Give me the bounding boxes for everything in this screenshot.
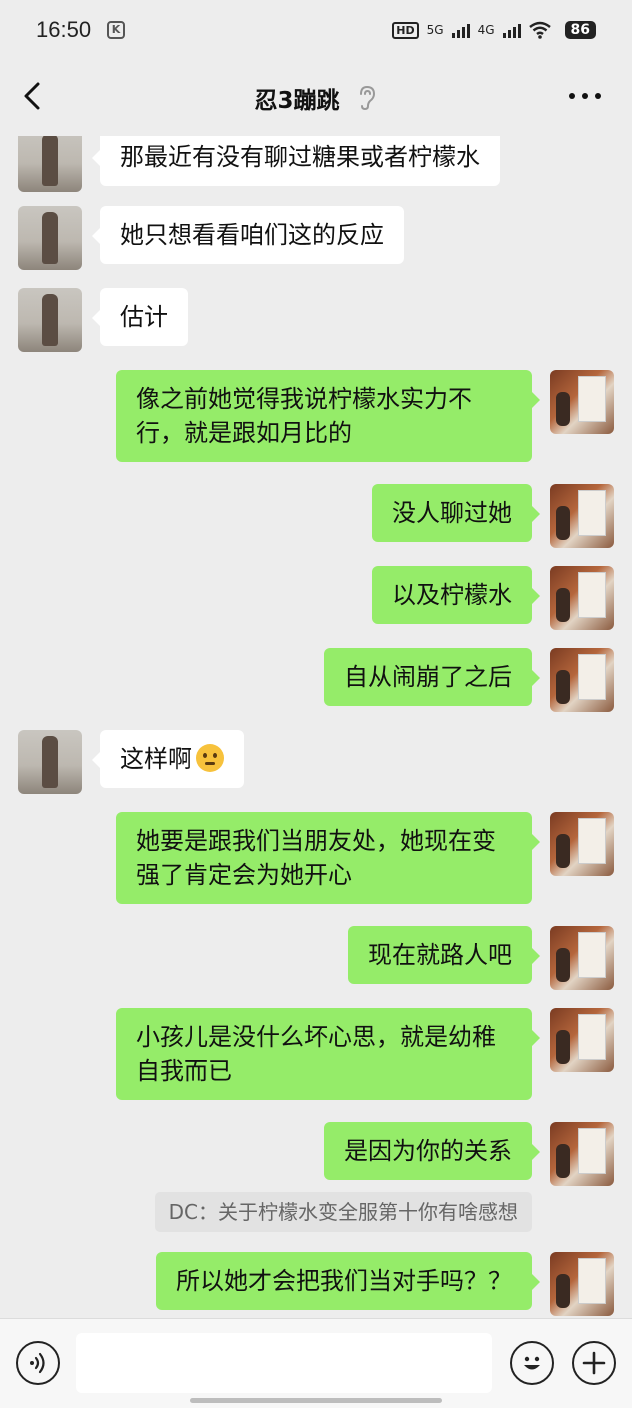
more-actions-button[interactable] — [572, 1341, 616, 1385]
message-text: 这样啊 — [120, 745, 192, 773]
message-row: 自从闹崩了之后 — [324, 648, 614, 712]
message-row: 是因为你的关系 — [324, 1122, 614, 1186]
message-bubble[interactable]: 小孩儿是没什么坏心思，就是幼稚自我而已 — [116, 1008, 540, 1100]
quoted-message[interactable]: DC：关于柠檬水变全服第十你有啥感想 — [154, 1192, 532, 1232]
message-bubble[interactable]: 这样啊 — [92, 730, 244, 788]
chat-header: 忍3蹦跳 — [0, 60, 632, 136]
my-avatar[interactable] — [550, 648, 614, 712]
title-group: 忍3蹦跳 — [254, 81, 377, 115]
smiley-icon — [524, 1356, 540, 1370]
wifi-icon — [528, 21, 551, 39]
message-bubble[interactable]: 没人聊过她 — [372, 484, 540, 542]
contact-avatar[interactable] — [18, 730, 82, 794]
message-row: 那最近有没有聊过糖果或者柠檬水 — [18, 136, 500, 192]
message-bubble[interactable]: 像之前她觉得我说柠檬水实力不行，就是跟如月比的 — [116, 370, 540, 462]
status-bar: 16:50 K HD 5G 4G 86 — [0, 0, 632, 60]
message-input[interactable] — [76, 1333, 492, 1393]
contact-avatar[interactable] — [18, 136, 82, 192]
contact-avatar[interactable] — [18, 288, 82, 352]
battery-indicator: 86 — [564, 21, 596, 39]
message-row: 现在就路人吧 — [348, 926, 614, 990]
my-avatar[interactable] — [550, 1122, 614, 1186]
my-avatar[interactable] — [550, 812, 614, 876]
message-bubble[interactable]: 是因为你的关系 — [324, 1122, 540, 1180]
message-row: 她要是跟我们当朋友处，她现在变强了肯定会为她开心 — [116, 812, 614, 904]
my-avatar[interactable] — [550, 370, 614, 434]
message-bubble[interactable]: 那最近有没有聊过糖果或者柠檬水 — [92, 136, 500, 186]
app-notification-icon: K — [107, 21, 126, 39]
message-row: 这样啊 — [18, 730, 244, 794]
network-5g-label: 5G — [426, 23, 444, 37]
status-indicators: HD 5G 4G 86 — [392, 21, 596, 39]
signal-5g-icon — [451, 22, 470, 38]
chat-message-list[interactable]: 那最近有没有聊过糖果或者柠檬水 她只想看看咱们这的反应 估计 像之前她觉得我说柠… — [0, 136, 632, 1318]
chat-title: 忍3蹦跳 — [254, 88, 340, 114]
home-indicator[interactable] — [190, 1398, 442, 1403]
my-avatar[interactable] — [550, 926, 614, 990]
emoji-button[interactable] — [510, 1341, 554, 1385]
message-bubble[interactable]: 所以她才会把我们当对手吗？？ — [156, 1252, 540, 1310]
plus-icon — [582, 1351, 606, 1375]
message-row: 小孩儿是没什么坏心思，就是幼稚自我而已 — [116, 1008, 614, 1100]
message-row: 没人聊过她 — [372, 484, 614, 548]
my-avatar[interactable] — [550, 1252, 614, 1316]
back-arrow-icon[interactable] — [18, 80, 50, 112]
thinking-face-emoji-icon — [196, 744, 224, 772]
status-time: 16:50 — [36, 17, 92, 42]
voice-icon — [30, 1352, 45, 1374]
voice-input-button[interactable] — [16, 1341, 60, 1385]
message-bubble[interactable]: 现在就路人吧 — [348, 926, 540, 984]
more-options-icon[interactable] — [568, 88, 602, 104]
earpiece-mode-icon — [359, 85, 375, 111]
message-row: 她只想看看咱们这的反应 — [18, 206, 404, 270]
network-4g-label: 4G — [477, 23, 495, 37]
hd-icon: HD — [392, 21, 419, 39]
message-bubble[interactable]: 以及柠檬水 — [372, 566, 540, 624]
signal-4g-icon — [502, 22, 521, 38]
message-row: 以及柠檬水 — [372, 566, 614, 630]
message-row: 所以她才会把我们当对手吗？？ — [156, 1252, 614, 1316]
my-avatar[interactable] — [550, 484, 614, 548]
message-row: 像之前她觉得我说柠檬水实力不行，就是跟如月比的 — [116, 370, 614, 462]
my-avatar[interactable] — [550, 566, 614, 630]
message-bubble[interactable]: 自从闹崩了之后 — [324, 648, 540, 706]
message-bubble[interactable]: 她只想看看咱们这的反应 — [92, 206, 404, 264]
message-row: 估计 — [18, 288, 188, 352]
message-bubble[interactable]: 她要是跟我们当朋友处，她现在变强了肯定会为她开心 — [116, 812, 540, 904]
contact-avatar[interactable] — [18, 206, 82, 270]
input-bar — [0, 1318, 632, 1408]
message-bubble[interactable]: 估计 — [92, 288, 188, 346]
my-avatar[interactable] — [550, 1008, 614, 1072]
